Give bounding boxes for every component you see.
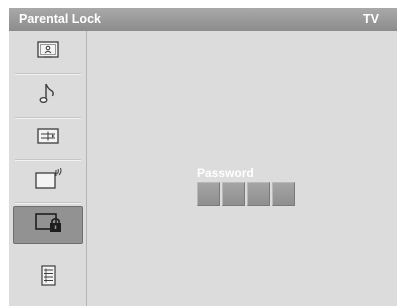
password-digit-box[interactable] — [247, 182, 270, 206]
header-bar: Parental Lock TV — [9, 8, 397, 31]
antenna-setup-icon — [32, 166, 64, 197]
menu-list-icon — [33, 263, 63, 294]
lock-icon — [31, 210, 65, 241]
sidebar-item-picture[interactable] — [15, 35, 81, 70]
sidebar — [9, 31, 87, 306]
channel-list-icon — [33, 125, 63, 152]
source-label: TV — [363, 12, 379, 26]
main-panel: Password — [87, 31, 397, 306]
password-input[interactable] — [197, 182, 295, 206]
sidebar-item-channel[interactable] — [15, 121, 81, 156]
picture-icon — [33, 39, 63, 66]
parental-lock-screen: Parental Lock TV Password — [9, 8, 397, 306]
password-digit-box[interactable] — [272, 182, 295, 206]
sidebar-item-other[interactable] — [15, 261, 81, 296]
sidebar-divider — [15, 159, 81, 161]
sidebar-item-parental-lock[interactable] — [13, 206, 83, 244]
sidebar-divider — [15, 117, 81, 119]
sidebar-item-setup[interactable] — [15, 164, 81, 199]
music-note-icon — [33, 80, 63, 111]
password-digit-box[interactable] — [222, 182, 245, 206]
page-title: Parental Lock — [19, 12, 101, 26]
sidebar-item-sound[interactable] — [15, 78, 81, 113]
sidebar-divider — [15, 73, 81, 75]
sidebar-divider — [15, 202, 81, 204]
password-label: Password — [197, 166, 254, 180]
password-digit-box[interactable] — [197, 182, 220, 206]
